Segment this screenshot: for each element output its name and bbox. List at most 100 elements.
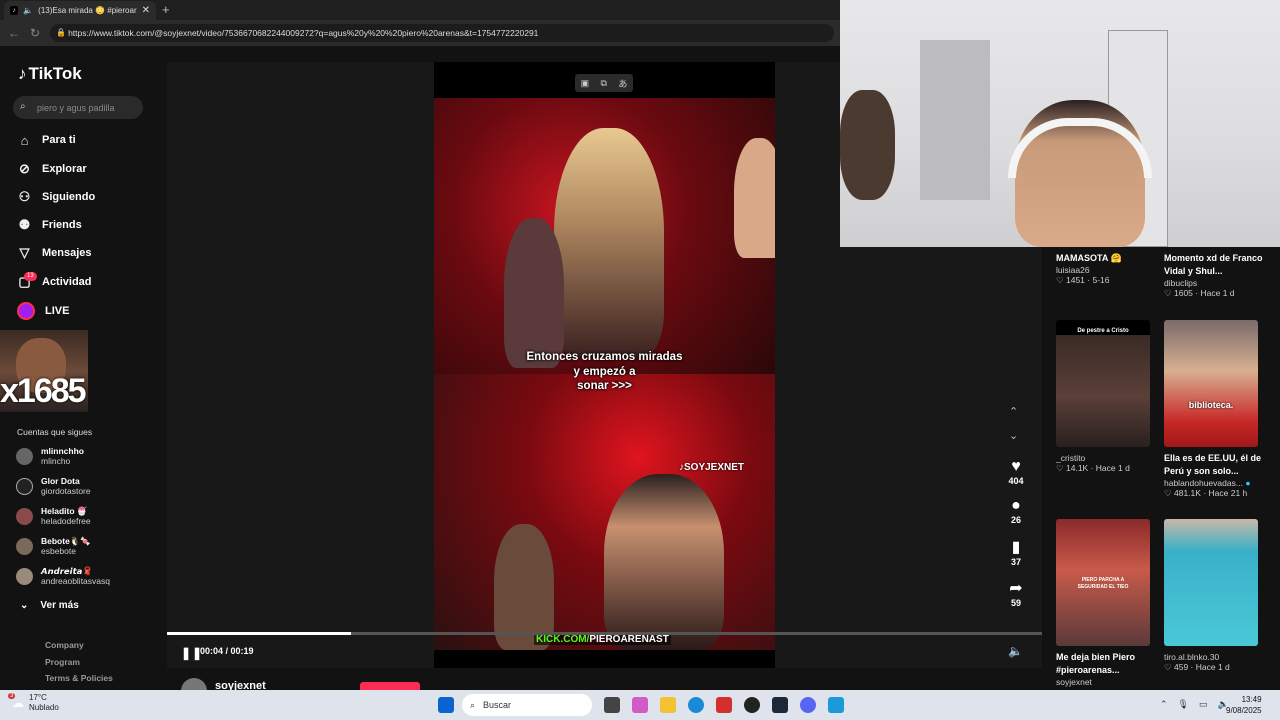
followed-account[interactable]: Heladito 🍧 heladodefree (16, 506, 91, 526)
chevron-up-icon[interactable]: ⌃ (1009, 405, 1018, 418)
tab-close-icon[interactable]: ✕ (142, 5, 150, 16)
save-button[interactable]: ▮ 37 (1004, 539, 1028, 567)
comment-button[interactable]: ● 26 (1004, 497, 1028, 525)
video-watermark: ♪SOYJEXNET (679, 462, 744, 473)
feed-item[interactable]: PIERO PARCHA A SEGURIDAD EL TIEO Me deja… (1056, 519, 1156, 687)
feed-item[interactable]: biblioteca. Ella es de EE.UU, él de Perú… (1164, 320, 1264, 499)
save-count: 37 (1010, 557, 1021, 567)
feed-item-title: Ella es de EE.UU, él de Perú y son solo.… (1164, 453, 1262, 476)
nav-label: Siguiendo (42, 191, 96, 203)
nav-explorar[interactable]: ⊘ Explorar (17, 159, 87, 179)
microphone-icon[interactable]: 🎙 (1178, 699, 1189, 710)
followed-account[interactable]: mlinnchho mlincho (16, 446, 84, 466)
messages-icon: ▽ (19, 245, 30, 260)
search-input[interactable]: ⌕ piero y agus padilla (13, 96, 143, 119)
edge-icon[interactable] (688, 697, 704, 713)
plush-shape (840, 90, 895, 200)
search-icon: ⌕ (20, 101, 26, 112)
tiktok-note-icon: ♪ (18, 64, 27, 83)
feed-thumbnail: biblioteca. (1164, 320, 1258, 447)
obs-icon[interactable] (744, 697, 760, 713)
heart-icon: ♡ (1056, 463, 1064, 473)
file-explorer-icon[interactable] (660, 697, 676, 713)
address-bar-row: ← ↻ 🔒 https://www.tiktok.com/@soyjexnet/… (0, 20, 840, 46)
see-more-button[interactable]: ⌄ Ver más (20, 600, 79, 611)
shelf-shape (920, 40, 990, 200)
weather-widget[interactable]: ☁ 3 17°C Nublado (8, 693, 59, 713)
new-tab-button[interactable]: + (162, 2, 170, 17)
footer-link-company[interactable]: Company (45, 640, 84, 650)
steam-icon[interactable] (772, 697, 788, 713)
taskbar-search[interactable]: ⌕ Buscar (462, 694, 592, 716)
feed-item-likes: 1451 (1066, 275, 1085, 285)
feed-item-author: luisiaa26 (1056, 265, 1090, 275)
speaker-icon[interactable]: 🔈 (23, 6, 33, 15)
url-field[interactable]: 🔒 https://www.tiktok.com/@soyjexnet/vide… (50, 24, 835, 42)
discord-icon[interactable] (800, 697, 816, 713)
like-button[interactable]: ♥ 404 (1004, 458, 1028, 486)
tiktok-logo[interactable]: ♪ TikTok (18, 64, 82, 84)
feed-item-author: hablandohuevadas... (1164, 478, 1243, 488)
feed-item-date: Hace 1 d (1095, 463, 1130, 473)
windows-start-icon[interactable] (438, 697, 454, 713)
nav-mensajes[interactable]: ▽ Mensajes (17, 243, 92, 263)
taskbar-search-label: Buscar (483, 700, 512, 710)
copilot-icon[interactable] (632, 697, 648, 713)
followed-account[interactable]: 𝘼𝙣𝙙𝙧𝙚𝙞𝙩𝙖🧣 andreaoblitasvasq (16, 566, 110, 586)
weather-icon: ☁ 3 (8, 693, 24, 710)
heart-icon: ♥ (1011, 458, 1021, 475)
feed-item[interactable]: De pestre a Cristo _cristito ♡ 14.1K · H… (1056, 320, 1150, 474)
account-name: Glor Dota (41, 476, 80, 486)
video-caption: Entonces cruzamos miradas y empezó a son… (434, 350, 775, 394)
browser-tab[interactable]: ♪ 🔈 (13)Esa mirada 😳 #pieroar ✕ (4, 1, 156, 20)
heart-icon: ♡ (1164, 288, 1172, 298)
nav-friends[interactable]: ⚉ Friends (17, 215, 82, 235)
share-button[interactable]: ➦ 59 (1004, 580, 1028, 608)
footer-link-program[interactable]: Program (45, 657, 80, 667)
caption-line: y empezó a (573, 365, 636, 378)
weather-desc: Nublado (29, 703, 59, 712)
feed-item-title: MAMASOTA 🤗 (1056, 253, 1122, 263)
tab-title: (13)Esa mirada 😳 #pieroar (38, 6, 137, 15)
app-icon[interactable] (716, 697, 732, 713)
feed-item-likes: 459 (1174, 662, 1189, 672)
caption-line: Entonces cruzamos miradas (526, 351, 683, 363)
feed-thumbnail: PIERO PARCHA A SEGURIDAD EL TIEO (1056, 519, 1150, 646)
kick-prefix: KICK.COM/ (536, 634, 590, 645)
avatar (16, 478, 33, 495)
chevron-down-icon[interactable]: ⌄ (1009, 429, 1018, 442)
chevron-up-icon[interactable]: ⌃ (1160, 699, 1168, 710)
followed-account[interactable]: Glor Dota giordotastore (16, 476, 91, 496)
clock-date: 9/08/2025 (1226, 706, 1262, 715)
avatar (16, 508, 33, 525)
account-handle: heladodefree (41, 516, 91, 526)
thumbnail-text: biblioteca. (1188, 400, 1234, 410)
taskbar-clock[interactable]: 13:49 9/08/2025 (1226, 694, 1262, 716)
time-display: 00:04 / 00:19 (200, 646, 254, 656)
feed-item-title: Momento xd de Franco Vidal y Shul... (1164, 253, 1263, 276)
activity-badge: 13 (24, 272, 37, 281)
task-view-icon[interactable] (604, 697, 620, 713)
followed-account[interactable]: Bebote🐧🍬 esbebote (16, 536, 91, 556)
man-figure (504, 218, 564, 368)
kick-overlay: KICK.COM/PIEROARENAST (534, 634, 671, 645)
back-icon[interactable]: ← (8, 26, 20, 40)
network-icon[interactable]: ▭ (1199, 699, 1208, 710)
footer-link-terms[interactable]: Terms & Policies (45, 673, 113, 683)
reload-icon[interactable]: ↻ (30, 26, 40, 40)
volume-icon[interactable]: 🔈 (1008, 644, 1023, 658)
caption-line: sonar >>> (577, 380, 632, 392)
pip-icon[interactable]: ▣ (581, 78, 590, 89)
bookmark-icon: ▮ (1011, 539, 1021, 556)
notepad-icon[interactable] (828, 697, 844, 713)
friends-icon: ⚉ (18, 217, 31, 232)
nav-siguiendo[interactable]: ⚇ Siguiendo (17, 187, 96, 207)
nav-live[interactable]: LIVE (17, 301, 69, 321)
feed-item[interactable]: tiro.al.blnko.30 ♡ 459 · Hace 1 d (1164, 519, 1258, 673)
translate-icon[interactable]: あ (618, 77, 627, 90)
feed-item[interactable]: MAMASOTA 🤗 luisiaa26 ♡ 1451 · 5-16 (1056, 252, 1156, 286)
fullscreen-icon[interactable]: ⧉ (601, 78, 607, 89)
feed-item-likes: 481.1K (1174, 488, 1201, 498)
feed-item[interactable]: Momento xd de Franco Vidal y Shul... dib… (1164, 252, 1264, 299)
nav-para-ti[interactable]: ⌂ Para ti (17, 130, 76, 150)
